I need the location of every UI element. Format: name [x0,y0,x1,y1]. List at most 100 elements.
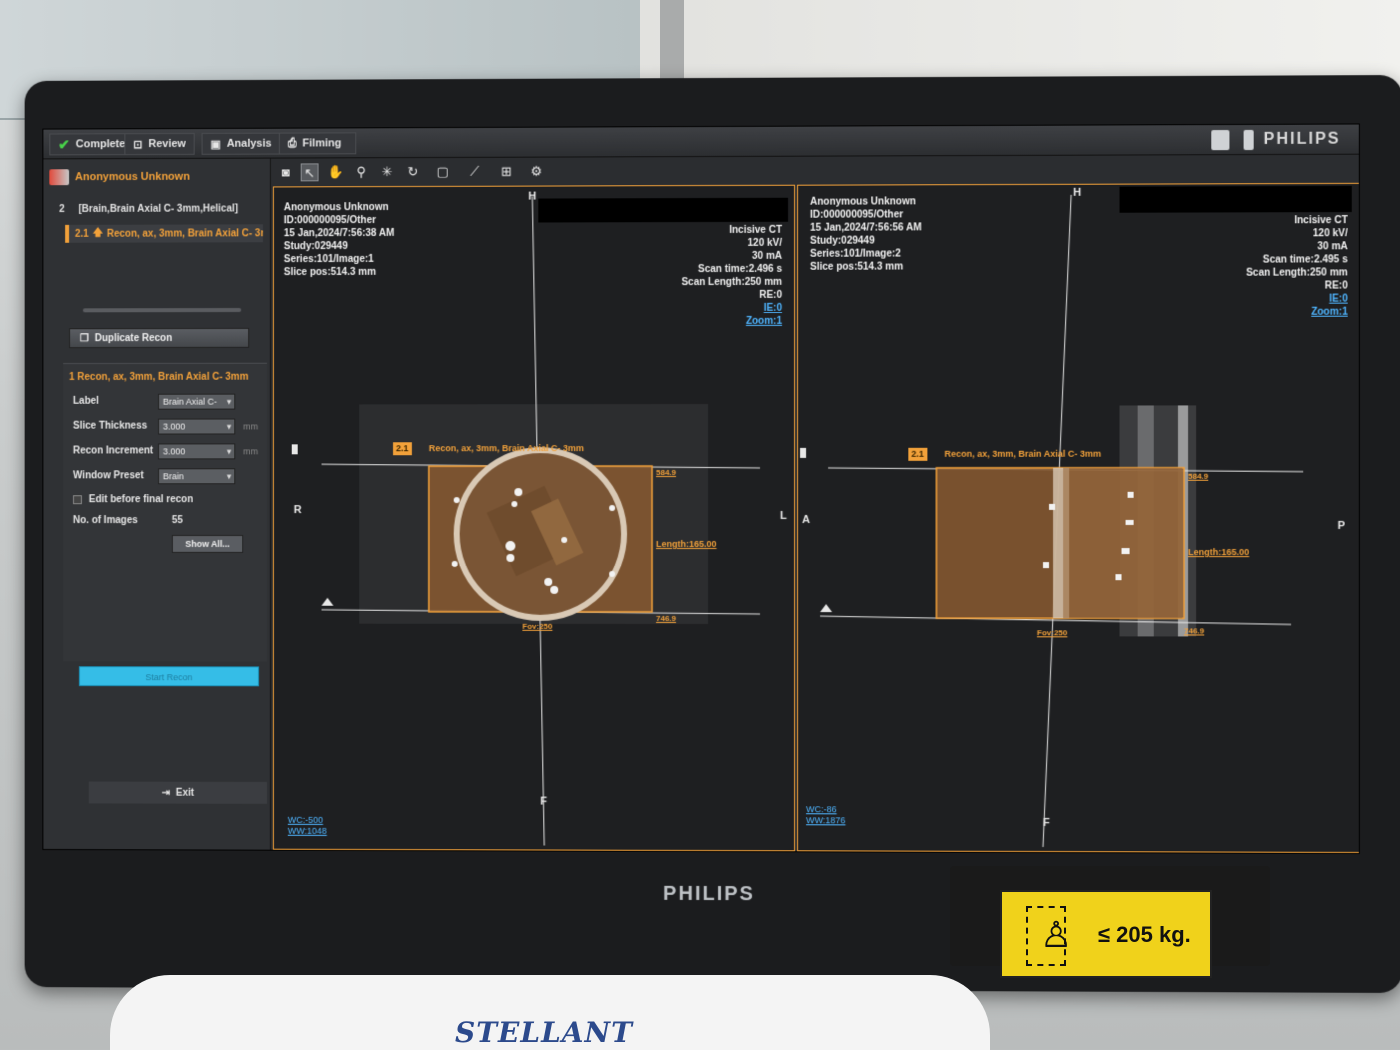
bottom-position-value[interactable]: 746.9 [656,612,676,625]
overlay-study: Study:029449 [810,234,922,247]
tab-analysis[interactable]: ▣ Analysis [202,133,281,155]
length-value[interactable]: Length:165.00 [1188,546,1249,559]
weight-limit-text: ≤ 205 kg. [1098,922,1191,948]
fov-value[interactable]: Fov:250 [1037,626,1067,639]
recon-increment-select[interactable]: 3.000 [158,443,235,459]
fov-value[interactable]: Fov:250 [522,620,552,633]
overlay-series: Series:101/Image:1 [284,253,395,266]
viewer-toolbar: ◙ ↖ ✋ ⚲ ✳ ↻ ▢ ⟋ ⊞ ⚙ [271,155,1360,187]
top-position-value[interactable]: 584.9 [1188,470,1208,483]
window-level-icon[interactable]: ✳ [378,163,396,181]
overlay-kv: 120 kV/ [1246,227,1348,240]
start-recon-button[interactable]: Start Recon [79,666,259,686]
bottom-position-value[interactable]: 746.9 [1184,624,1204,637]
zoom-link[interactable]: Zoom:1 [1246,306,1348,319]
orientation-bottom: F [540,796,547,808]
recon-settings: 1 Recon, ax, 3mm, Brain Axial C- 3mm Lab… [63,363,267,662]
rotate-icon[interactable]: ↻ [404,163,422,181]
show-all-button[interactable]: Show All... [172,535,243,553]
document-icon[interactable] [1244,130,1254,150]
measure-line-icon[interactable]: ⟋ [466,163,484,181]
overlay-scan-length: Scan Length:250 mm [1246,266,1348,279]
overlay-datetime: 15 Jan,2024/7:56:38 AM [284,227,395,240]
overlay-series: Series:101/Image:2 [810,247,922,260]
exit-button[interactable]: ⇥ Exit [89,782,267,804]
recon-box-label: Recon, ax, 3mm, Brain Axial C- 3mm [944,448,1101,461]
edit-final-checkbox[interactable] [73,495,82,504]
duplicate-recon-button[interactable]: ❐ Duplicate Recon [69,328,249,348]
slice-thickness-name: Slice Thickness [73,421,147,432]
exit-icon: ⇥ [162,787,170,798]
series-row[interactable]: 2 [Brain,Brain Axial C- 3mm,Helical] [59,203,238,214]
overlay-scan-length: Scan Length:250 mm [681,276,782,289]
overlay-ma: 30 mA [1246,240,1348,253]
check-icon: ✔ [58,138,70,150]
overlay-scan-time: Scan time:2.496 s [681,263,782,276]
edit-final-label: Edit before final recon [89,494,193,505]
zoom-icon[interactable]: ⚲ [352,163,370,181]
length-value[interactable]: Length:165.00 [656,538,716,551]
series-description: [Brain,Brain Axial C- 3mm,Helical] [78,203,238,214]
rectangle-roi-icon[interactable]: ▢ [434,163,452,181]
overlay-slice-pos: Slice pos:514.3 mm [284,266,395,279]
top-position-value[interactable]: 584.9 [656,466,676,479]
viewport-sagittal[interactable]: Anonymous Unknown ID:000000095/Other 15 … [797,183,1360,853]
analysis-icon: ▣ [210,137,220,150]
series-number: 2 [59,204,64,215]
window-width[interactable]: WW:1876 [806,815,845,826]
duplicate-icon: ❐ [80,333,89,344]
overlay-scanner: Incisive CT [681,224,782,237]
zoom-link[interactable]: Zoom:1 [681,315,782,328]
pan-hand-icon[interactable]: ✋ [326,163,344,181]
orientation-left: A [802,514,810,526]
up-arrow-icon: 🡅 [93,225,103,242]
number-of-images-name: No. of Images [73,515,138,526]
recon-id: 2.1 [75,228,89,239]
overlay-datetime: 15 Jan,2024/7:56:56 AM [810,221,922,234]
orientation-top: H [528,191,536,203]
label-select[interactable]: Brain Axial C- [158,394,235,410]
tab-review[interactable]: ⊡ Review [124,133,194,155]
screenshot-icon[interactable]: ◙ [277,163,295,181]
recon-box-tag: 2.1 [393,442,411,455]
overlay-id: ID:000000095/Other [284,214,395,227]
overlay-re: RE:0 [1246,279,1348,292]
recon-item-selected[interactable]: 2.1 🡅 Recon, ax, 3mm, Brain Axial C- 3r [65,224,263,242]
patient-header: Anonymous Unknown [49,169,189,185]
user-icon[interactable] [1211,130,1229,150]
window-center[interactable]: WC:-86 [806,804,845,815]
screen: ✔ Completed ⊡ Review ▣ Analysis ⎙ Filmin… [42,123,1359,853]
patient-name: Anonymous Unknown [75,171,190,183]
viewport-coronal[interactable]: Anonymous Unknown ID:000000095/Other 15 … [273,185,795,852]
orientation-left: R [294,504,302,516]
recon-box-label: Recon, ax, 3mm, Brain Axial C- 3mm [429,442,584,455]
tab-label: Review [148,138,186,150]
horizontal-scrollbar[interactable] [83,308,241,312]
monitor: ✔ Completed ⊡ Review ▣ Analysis ⎙ Filmin… [25,75,1400,993]
annotation-icon[interactable]: ⊞ [497,163,515,181]
window-center-width[interactable]: WC:-86 WW:1876 [806,804,845,826]
window-center[interactable]: WC:-500 [288,815,327,826]
reset-icon[interactable]: ⚙ [527,163,545,181]
printer-icon: ⎙ [288,137,297,150]
tab-label: Analysis [227,138,272,150]
overlay-slice-pos: Slice pos:514.3 mm [810,260,922,273]
pointer-tool-icon[interactable]: ↖ [301,163,319,181]
window-center-width[interactable]: WC:-500 WW:1048 [288,815,327,837]
orientation-bottom: F [1043,817,1050,829]
scan-info-overlay: Incisive CT 120 kV/ 30 mA Scan time:2.49… [681,224,782,328]
ie-link[interactable]: IE:0 [681,302,782,315]
redaction-bar [1120,186,1352,213]
overlay-patient: Anonymous Unknown [284,201,395,214]
left-panel: Anonymous Unknown 2 [Brain,Brain Axial C… [43,159,271,852]
brand-logo: PHILIPS [1264,131,1341,149]
exit-label: Exit [176,787,194,798]
scan-info-overlay: Incisive CT 120 kV/ 30 mA Scan time:2.49… [1246,214,1348,319]
person-icon: ♙ [1026,906,1066,966]
patient-icon [49,169,69,185]
slice-thickness-select[interactable]: 3.000 [158,419,235,435]
ie-link[interactable]: IE:0 [1246,293,1348,306]
window-preset-select[interactable]: Brain [158,468,235,484]
tab-filming[interactable]: ⎙ Filming [279,132,356,154]
window-width[interactable]: WW:1048 [288,826,327,837]
